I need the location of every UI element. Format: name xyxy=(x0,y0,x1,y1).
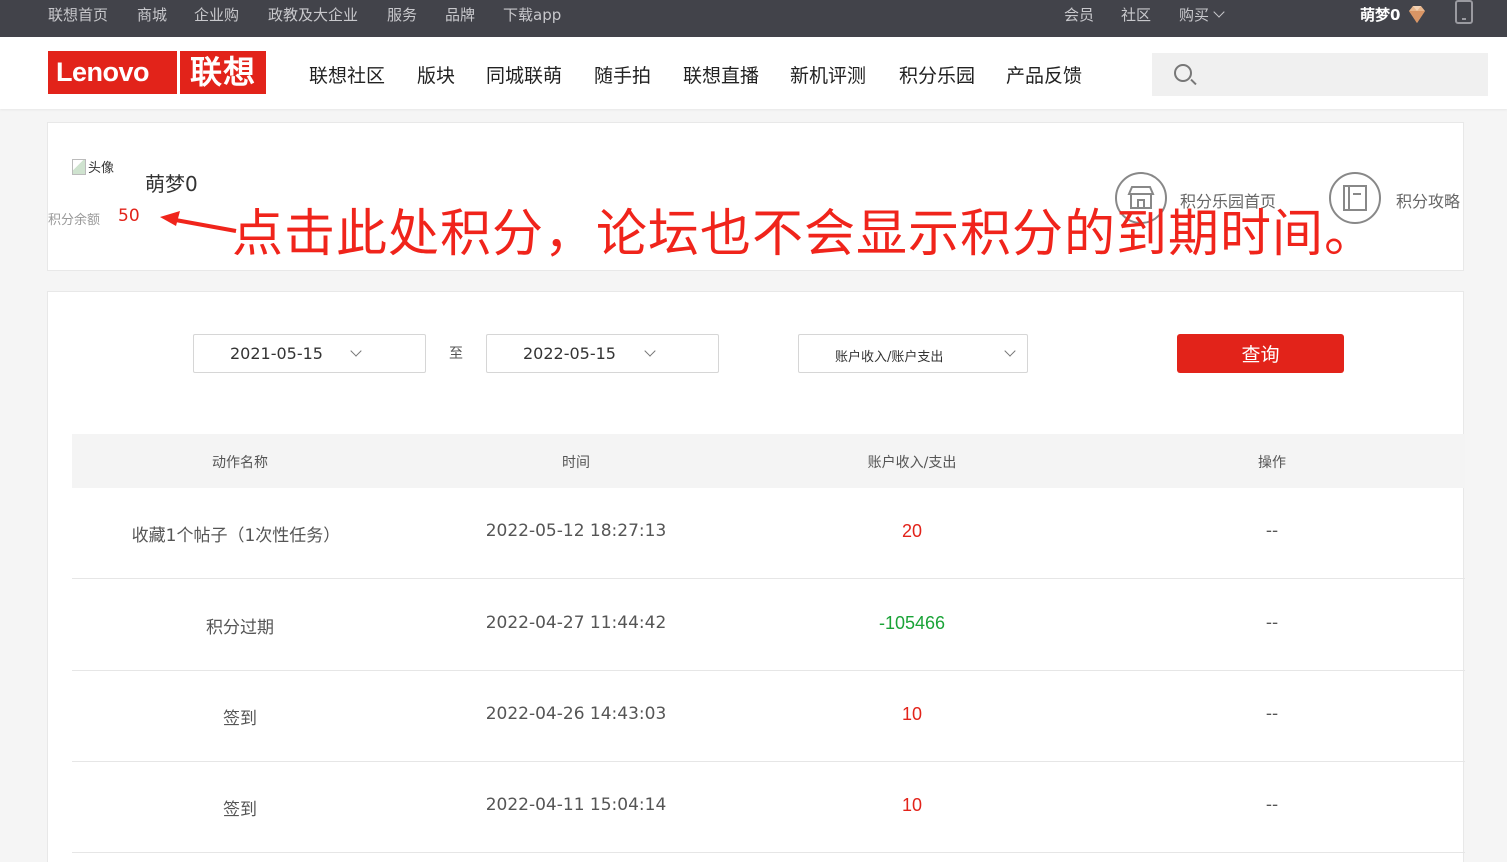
table-header: 动作名称 时间 账户收入/支出 操作 xyxy=(72,434,1465,488)
cell-time: 2022-04-11 15:04:14 xyxy=(485,795,667,815)
points-guide-link[interactable]: 积分攻略 xyxy=(1396,188,1460,212)
search-input[interactable] xyxy=(1152,53,1488,96)
search-icon[interactable] xyxy=(1174,64,1192,82)
chevron-down-icon xyxy=(350,345,362,357)
cell-time: 2022-04-27 11:44:42 xyxy=(485,613,667,633)
column-header-time: 时间 xyxy=(562,455,590,471)
main-header: Lenovo 联想 联想社区 版块 同城联萌 随手拍 联想直播 新机评测 积分乐… xyxy=(0,37,1507,109)
records-panel: 2021-05-15 至 2022-05-15 账户收入/账户支出 查询 动作名… xyxy=(47,291,1465,862)
cell-amount: 20 xyxy=(901,521,923,541)
diamond-icon xyxy=(1409,6,1425,23)
cell-time: 2022-05-12 18:27:13 xyxy=(485,521,667,541)
nav-item-points-park[interactable]: 积分乐园 xyxy=(899,61,975,88)
cell-action: 积分过期 xyxy=(206,618,274,638)
date-range-separator: 至 xyxy=(449,346,463,362)
column-header-action: 动作名称 xyxy=(212,455,268,471)
avatar: 头像 xyxy=(72,157,114,176)
start-date-value: 2021-05-15 xyxy=(230,344,323,363)
buy-label: 购买 xyxy=(1179,6,1210,24)
type-select[interactable]: 账户收入/账户支出 xyxy=(798,334,1028,373)
type-value: 账户收入/账户支出 xyxy=(835,350,944,365)
cell-operation: -- xyxy=(1265,613,1279,633)
nav-item-feedback[interactable]: 产品反馈 xyxy=(1006,61,1082,88)
cell-amount: 10 xyxy=(901,795,923,815)
topbar-username[interactable]: 萌梦0 xyxy=(1360,4,1400,25)
chevron-down-icon xyxy=(1004,345,1016,357)
nav-item-reviews[interactable]: 新机评测 xyxy=(790,61,866,88)
cell-amount: -105466 xyxy=(878,613,946,633)
annotation-arrow-icon xyxy=(160,211,237,233)
cell-operation: -- xyxy=(1265,795,1279,815)
chevron-down-icon xyxy=(1213,6,1225,18)
table-row: 积分过期 2022-04-27 11:44:42 -105466 -- xyxy=(72,580,1465,671)
query-button[interactable]: 查询 xyxy=(1177,334,1344,373)
avatar-alt-text: 头像 xyxy=(88,161,115,176)
topbar-link-brand[interactable]: 品牌 xyxy=(445,4,475,25)
topbar-link-enterprise[interactable]: 企业购 xyxy=(194,4,239,25)
logo-english: Lenovo xyxy=(48,51,177,94)
end-date-select[interactable]: 2022-05-15 xyxy=(486,334,719,373)
logo-chinese: 联想 xyxy=(180,51,266,94)
cell-operation: -- xyxy=(1265,521,1279,541)
topbar-link-buy[interactable]: 购买 xyxy=(1179,4,1225,25)
column-header-amount: 账户收入/支出 xyxy=(867,455,957,471)
cell-time: 2022-04-26 14:43:03 xyxy=(485,704,667,724)
end-date-value: 2022-05-15 xyxy=(523,344,616,363)
table-row: 收藏1个帖子（1次性任务） 2022-05-12 18:27:13 20 -- xyxy=(72,488,1465,579)
balance-label: 积分余额 xyxy=(48,213,101,228)
annotation-text: 点击此处积分，论坛也不会显示积分的到期时间。 xyxy=(232,205,1377,264)
topbar-link-shop[interactable]: 商城 xyxy=(137,4,167,25)
topbar-link-member[interactable]: 会员 xyxy=(1064,4,1094,25)
phone-icon[interactable] xyxy=(1455,0,1473,24)
topbar-link-home[interactable]: 联想首页 xyxy=(48,4,108,25)
broken-image-icon xyxy=(72,159,86,175)
top-bar: 联想首页 商城 企业购 政教及大企业 服务 品牌 下载app 会员 社区 购买 … xyxy=(0,0,1507,37)
chevron-down-icon xyxy=(644,345,656,357)
nav-item-photos[interactable]: 随手拍 xyxy=(594,61,651,88)
cell-action: 签到 xyxy=(223,800,257,820)
balance-value[interactable]: 50 xyxy=(118,206,140,226)
lenovo-logo[interactable]: Lenovo 联想 xyxy=(48,51,266,94)
topbar-link-gov-edu[interactable]: 政教及大企业 xyxy=(268,4,358,25)
cell-action: 签到 xyxy=(223,709,257,729)
cell-amount: 10 xyxy=(901,704,923,724)
column-header-operation: 操作 xyxy=(1258,455,1286,471)
nav-item-sections[interactable]: 版块 xyxy=(417,61,455,88)
nav-item-live[interactable]: 联想直播 xyxy=(683,61,759,88)
cell-operation: -- xyxy=(1265,704,1279,724)
nav-item-local[interactable]: 同城联萌 xyxy=(486,61,562,88)
topbar-link-download-app[interactable]: 下载app xyxy=(503,4,561,25)
table-row: 签到 2022-04-26 14:43:03 10 -- xyxy=(72,671,1465,762)
cell-action: 收藏1个帖子（1次性任务） xyxy=(131,526,341,546)
topbar-link-community[interactable]: 社区 xyxy=(1121,4,1151,25)
table-row: 签到 2022-04-11 15:04:14 10 -- xyxy=(72,762,1465,853)
nav-item-community[interactable]: 联想社区 xyxy=(309,61,385,88)
topbar-link-service[interactable]: 服务 xyxy=(387,4,417,25)
start-date-select[interactable]: 2021-05-15 xyxy=(193,334,426,373)
profile-username: 萌梦0 xyxy=(145,172,198,196)
